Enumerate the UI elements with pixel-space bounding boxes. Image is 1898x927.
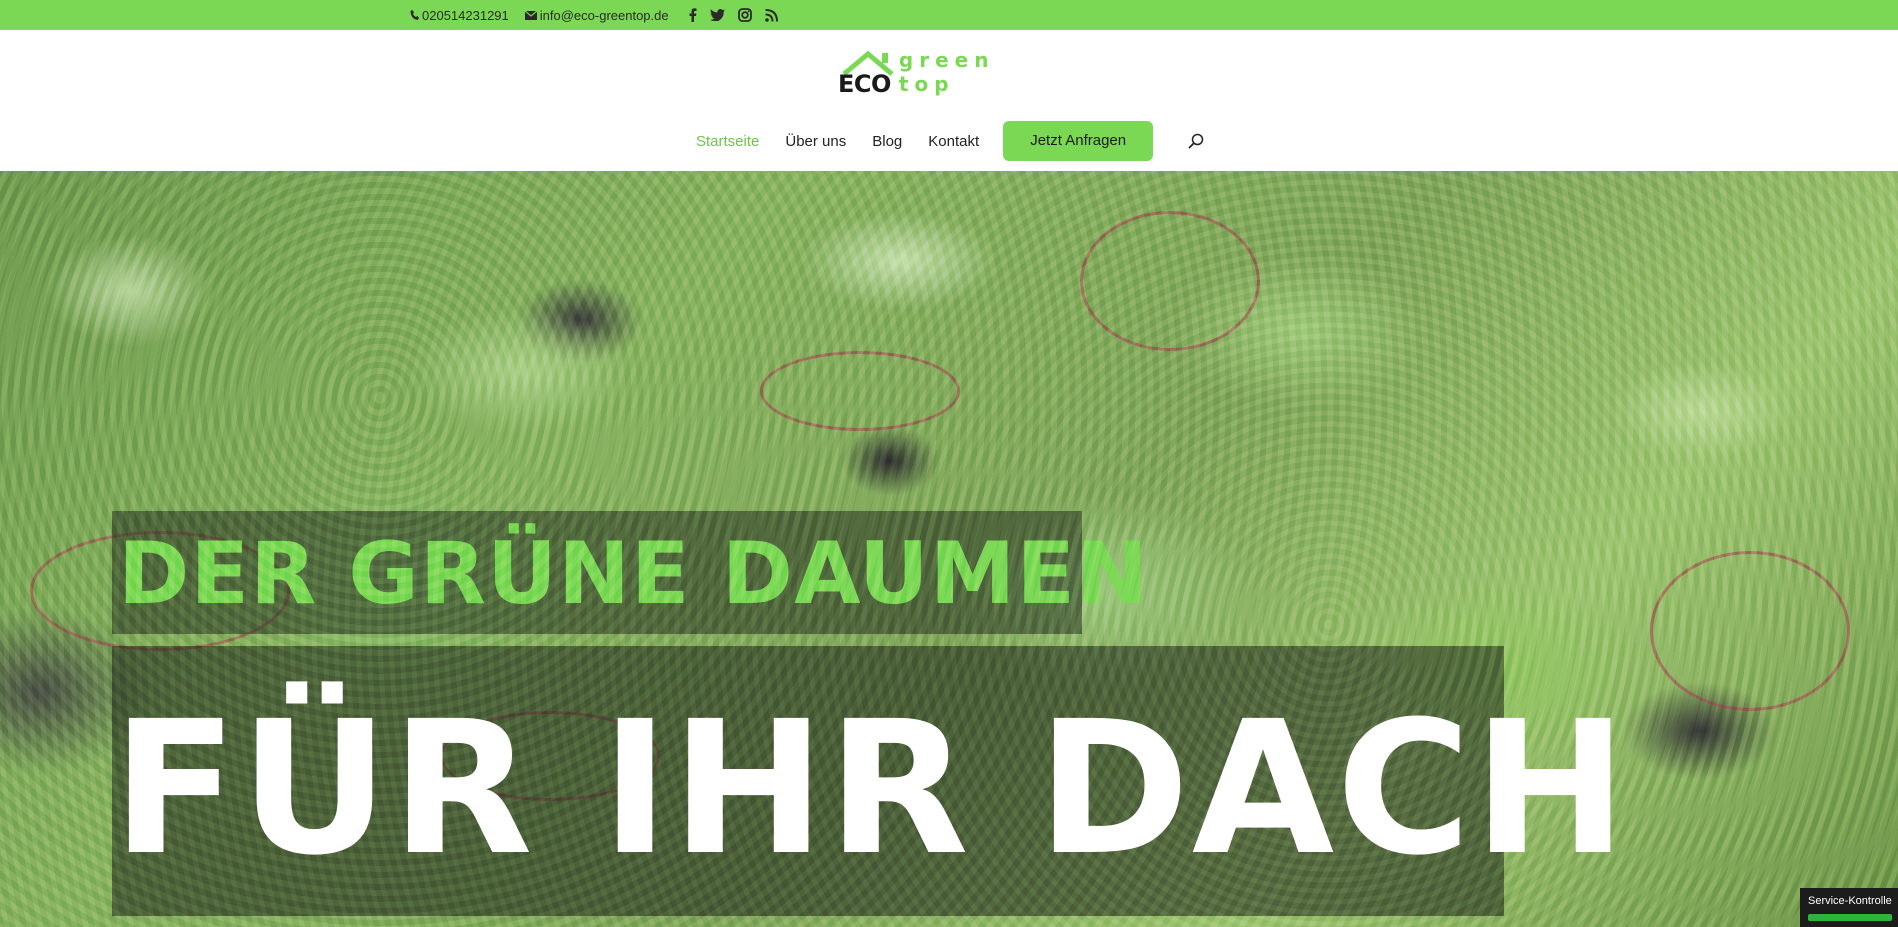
site-logo[interactable]: ECO green top (838, 48, 1058, 100)
social-links (689, 8, 778, 22)
headline-line1-backdrop (112, 511, 1082, 634)
nav-item-ueber-uns[interactable]: Über uns (785, 133, 846, 150)
service-status-bar (1808, 914, 1892, 921)
instagram-icon[interactable] (737, 8, 752, 22)
site-header: ECO green top Startseite Über uns Blog K… (0, 30, 1898, 171)
nav-item-startseite[interactable]: Startseite (696, 133, 759, 150)
hero-bg-detail (440, 711, 660, 801)
jetzt-anfragen-button[interactable]: Jetzt Anfragen (1003, 121, 1154, 161)
top-bar: 020514231291 info@eco-greentop.de (0, 0, 1898, 30)
phone-link[interactable]: 020514231291 (410, 8, 509, 23)
mail-icon (524, 10, 537, 20)
top-bar-contact: 020514231291 info@eco-greentop.de (410, 0, 778, 30)
hero-bg-detail (760, 351, 960, 431)
service-kontrolle-label: Service-Kontrolle (1808, 895, 1892, 907)
twitter-icon[interactable] (709, 9, 725, 21)
hero-section: DER GRÜNE DAUMEN FÜR IHR DACH (0, 171, 1898, 927)
hero-headline-line2: FÜR IHR DACH (112, 682, 1630, 896)
phone-icon (410, 9, 419, 21)
phone-number: 020514231291 (422, 7, 509, 23)
facebook-icon[interactable] (689, 8, 697, 22)
logo-green-top-text: green top (898, 48, 995, 96)
main-navigation: Startseite Über uns Blog Kontakt Jetzt A… (696, 121, 1204, 161)
hero-bg-detail (30, 531, 290, 651)
hero-bg-detail (1650, 551, 1850, 711)
email-link[interactable]: info@eco-greentop.de (524, 7, 669, 23)
search-icon[interactable] (1188, 133, 1204, 149)
hero-bg-detail (1080, 211, 1260, 351)
headline-line2-backdrop (112, 646, 1504, 916)
nav-item-blog[interactable]: Blog (872, 133, 902, 150)
hero-headline-line1: DER GRÜNE DAUMEN (118, 524, 1150, 624)
nav-item-kontakt[interactable]: Kontakt (928, 133, 979, 150)
service-kontrolle-widget[interactable]: Service-Kontrolle (1800, 888, 1898, 927)
email-address: info@eco-greentop.de (539, 7, 669, 23)
logo-eco-text: ECO (838, 70, 891, 98)
rss-icon[interactable] (764, 8, 778, 22)
